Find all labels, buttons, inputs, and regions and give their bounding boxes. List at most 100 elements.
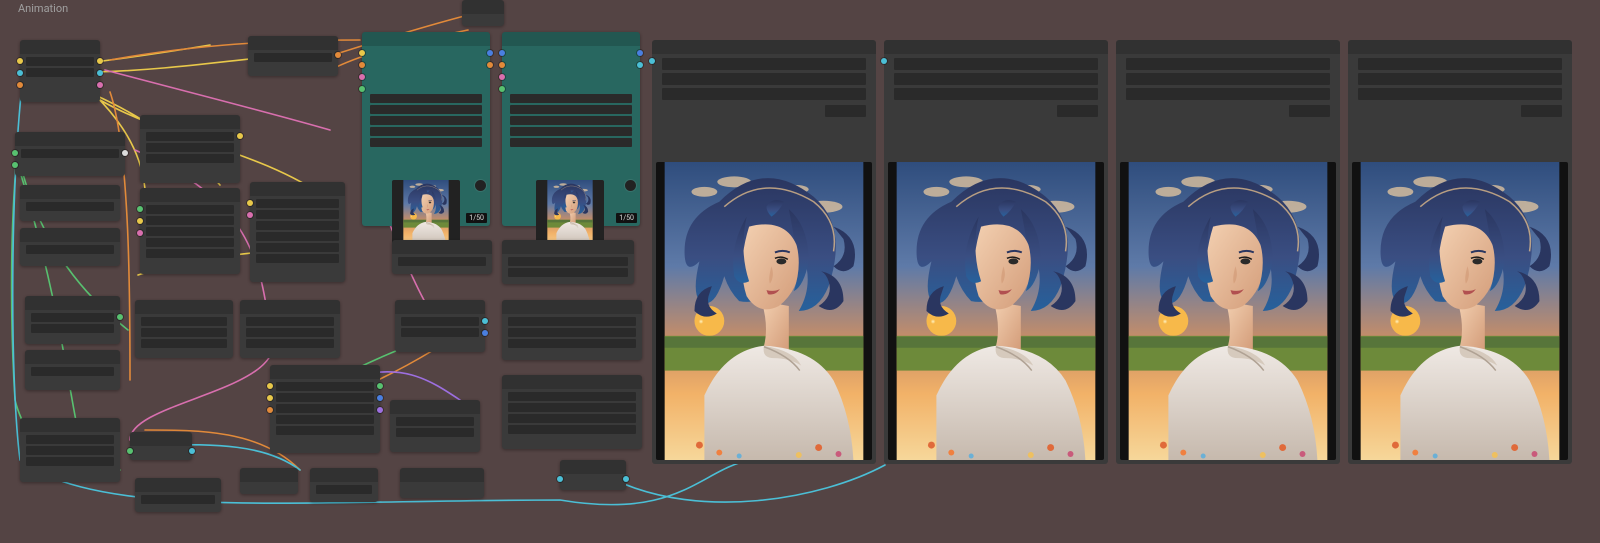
node-field[interactable] [401,328,479,337]
graph-node[interactable] [240,468,298,494]
output-port[interactable] [623,476,629,482]
input-port[interactable] [12,150,18,156]
graph-node[interactable] [20,40,100,102]
node-field[interactable] [26,245,114,254]
output-port[interactable] [487,62,493,68]
node-field[interactable] [370,138,482,147]
output-port[interactable] [377,383,383,389]
node-field[interactable] [1358,88,1562,100]
node-field[interactable] [508,268,628,277]
node-field[interactable] [894,88,1098,100]
graph-node[interactable] [25,296,120,344]
node-field[interactable] [508,414,636,423]
input-port[interactable] [137,206,143,212]
output-port[interactable] [122,150,128,156]
graph-node[interactable] [560,460,626,490]
node-field[interactable] [401,317,479,326]
node-header[interactable] [20,40,100,54]
node-field[interactable] [508,403,636,412]
node-field[interactable] [246,317,334,326]
node-field[interactable] [141,339,227,348]
input-port[interactable] [17,58,23,64]
graph-node[interactable] [135,300,233,358]
node-header[interactable] [20,418,120,432]
graph-node[interactable] [270,365,380,453]
graph-node[interactable] [502,300,642,360]
node-field[interactable] [396,417,474,426]
node-field[interactable] [662,88,866,100]
input-port[interactable] [649,58,655,64]
input-port[interactable] [359,86,365,92]
node-field[interactable] [1289,105,1330,117]
node-header[interactable] [135,300,233,314]
node-header[interactable] [310,468,378,482]
graph-node[interactable] [390,400,480,452]
node-field[interactable] [510,94,632,103]
node-field[interactable] [276,382,374,391]
graph-node[interactable] [250,182,345,282]
output-port[interactable] [637,62,643,68]
node-header[interactable] [135,478,221,492]
node-field[interactable] [1521,105,1562,117]
output-port[interactable] [377,407,383,413]
input-port[interactable] [359,62,365,68]
node-header[interactable] [250,182,345,196]
node-header[interactable] [25,296,120,310]
output-port[interactable] [377,395,383,401]
node-header[interactable] [395,300,485,314]
input-port[interactable] [881,58,887,64]
node-field[interactable] [146,227,234,236]
node-field[interactable] [316,485,372,494]
output-port[interactable] [237,133,243,139]
node-field[interactable] [276,393,374,402]
node-field[interactable] [26,435,114,444]
node-field[interactable] [246,339,334,348]
node-field[interactable] [508,392,636,401]
graph-node[interactable] [248,36,338,76]
node-field[interactable] [508,257,628,266]
node-header[interactable] [15,132,125,146]
output-port[interactable] [97,58,103,64]
input-port[interactable] [17,82,23,88]
input-port[interactable] [12,162,18,168]
output-port[interactable] [189,448,195,454]
node-field[interactable] [146,154,234,163]
input-port[interactable] [557,476,563,482]
input-port[interactable] [499,50,505,56]
node-field[interactable] [256,221,339,230]
graph-node[interactable] [502,240,634,284]
node-field[interactable] [370,94,482,103]
node-field[interactable] [1126,58,1330,70]
node-field[interactable] [146,132,234,141]
node-field[interactable] [276,426,374,435]
node-field[interactable] [894,73,1098,85]
node-field[interactable] [510,138,632,147]
input-port[interactable] [137,230,143,236]
graph-node[interactable] [135,478,221,512]
node-field[interactable] [256,232,339,241]
output-port[interactable] [637,50,643,56]
node-header[interactable] [248,36,338,50]
node-header[interactable] [130,432,192,446]
node-header[interactable] [1116,40,1340,54]
node-header[interactable] [20,185,120,199]
node-header[interactable] [20,228,120,242]
preview-control-icon[interactable] [625,180,636,191]
node-field[interactable] [276,415,374,424]
node-field[interactable] [146,205,234,214]
node-header[interactable] [25,350,120,364]
node-field[interactable] [256,210,339,219]
node-field[interactable] [21,149,119,158]
input-port[interactable] [137,218,143,224]
node-field[interactable] [26,57,94,66]
graph-node[interactable] [462,0,504,26]
node-field[interactable] [370,127,482,136]
preview-node[interactable] [884,40,1108,464]
graph-node[interactable] [310,468,378,502]
node-field[interactable] [141,328,227,337]
preview-node[interactable] [1348,40,1572,464]
node-header[interactable] [502,32,640,46]
preview-control-icon[interactable] [475,180,486,191]
node-header[interactable] [652,40,876,54]
graph-node[interactable] [25,350,120,390]
